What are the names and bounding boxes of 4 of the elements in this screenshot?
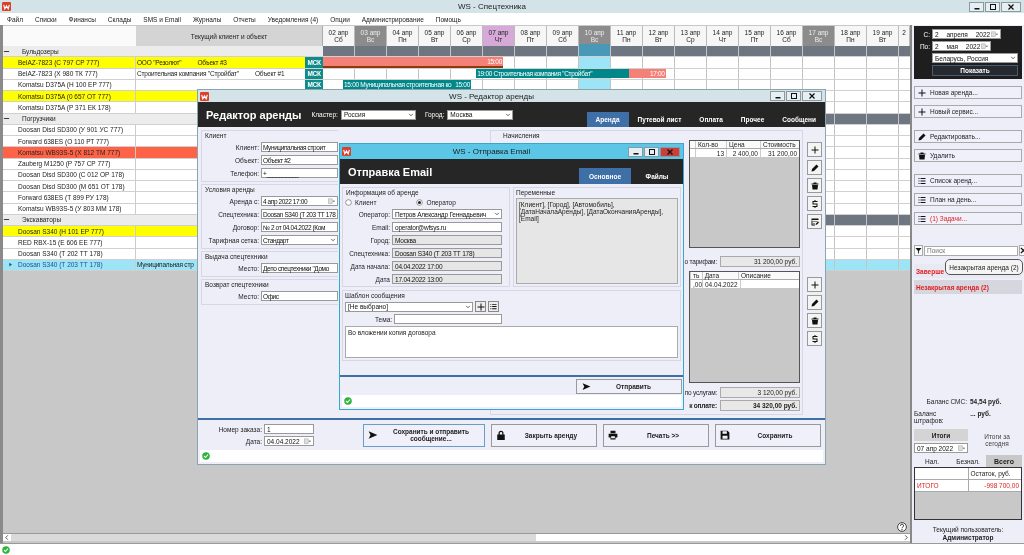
window-title: WS - Редактор аренды: [448, 91, 535, 101]
window-title: WS - Отправка Email: [451, 147, 532, 156]
dialog-heading: Отправка Email: [347, 165, 433, 178]
window-title: WS - Спецтехника: [457, 2, 527, 11]
